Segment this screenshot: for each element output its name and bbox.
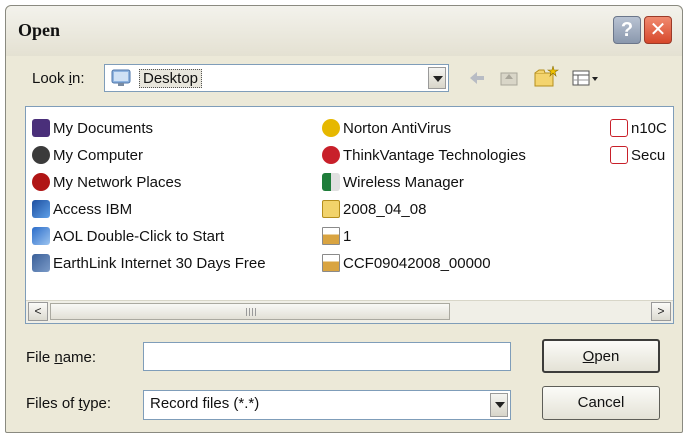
norton-icon bbox=[322, 119, 340, 137]
access-ibm-icon bbox=[32, 200, 50, 218]
desktop-icon bbox=[111, 69, 133, 87]
aol-icon bbox=[32, 227, 50, 245]
my-computer-icon bbox=[32, 146, 50, 164]
list-item[interactable]: CCF09042008_00000 bbox=[322, 254, 491, 276]
file-name-input[interactable] bbox=[143, 342, 511, 371]
scroll-left-button[interactable]: < bbox=[28, 302, 48, 321]
back-arrow-icon[interactable] bbox=[467, 68, 487, 90]
list-item[interactable]: Secu bbox=[610, 146, 665, 168]
views-menu-icon[interactable] bbox=[571, 68, 601, 90]
my-documents-icon bbox=[32, 119, 50, 137]
file-type-dropdown[interactable]: Record files (*.*) bbox=[143, 390, 511, 420]
list-item[interactable]: AOL Double-Click to Start bbox=[32, 227, 224, 249]
cancel-button[interactable]: Cancel bbox=[542, 386, 660, 420]
list-item[interactable]: My Documents bbox=[32, 119, 153, 141]
grip-icon bbox=[246, 308, 256, 316]
file-icon bbox=[322, 254, 340, 272]
title-bar[interactable]: Open ? ✕ bbox=[6, 6, 682, 56]
list-item[interactable]: Wireless Manager bbox=[322, 173, 464, 195]
list-item[interactable]: My Computer bbox=[32, 146, 143, 168]
file-list[interactable]: My Documents My Computer My Network Plac… bbox=[25, 106, 674, 324]
look-in-dropdown[interactable]: Desktop bbox=[104, 64, 449, 92]
list-item[interactable]: 2008_04_08 bbox=[322, 200, 426, 222]
list-item[interactable]: My Network Places bbox=[32, 173, 181, 195]
list-item[interactable]: Access IBM bbox=[32, 200, 132, 222]
up-folder-icon[interactable] bbox=[499, 68, 519, 90]
look-in-label: Look in: bbox=[32, 70, 85, 87]
list-item[interactable]: n10C bbox=[610, 119, 667, 141]
look-in-dropdown-button[interactable] bbox=[428, 67, 446, 89]
open-button[interactable]: Open bbox=[542, 339, 660, 373]
folder-icon bbox=[322, 200, 340, 218]
list-item[interactable]: 1 bbox=[322, 227, 351, 249]
look-in-value: Desktop bbox=[139, 69, 203, 88]
list-item[interactable]: ThinkVantage Technologies bbox=[322, 146, 526, 168]
file-type-label: Files of type: bbox=[26, 395, 112, 412]
file-icon bbox=[322, 227, 340, 245]
file-type-dropdown-button[interactable] bbox=[490, 393, 508, 417]
earthlink-icon bbox=[32, 254, 50, 272]
help-button[interactable]: ? bbox=[613, 16, 641, 44]
pdf-icon bbox=[610, 119, 628, 137]
thinkvantage-icon bbox=[322, 146, 340, 164]
scroll-right-button[interactable]: > bbox=[651, 302, 671, 321]
network-places-icon bbox=[32, 173, 50, 191]
list-item[interactable]: Norton AntiVirus bbox=[322, 119, 451, 141]
close-button[interactable]: ✕ bbox=[644, 16, 672, 44]
scroll-thumb[interactable] bbox=[50, 303, 450, 320]
file-name-label: File name: bbox=[26, 349, 97, 366]
horizontal-scrollbar[interactable]: < > bbox=[26, 300, 673, 323]
open-dialog: Open ? ✕ Look in: Desktop My Documents M… bbox=[5, 5, 683, 433]
list-item[interactable]: EarthLink Internet 30 Days Free bbox=[32, 254, 266, 276]
pdf-icon bbox=[610, 146, 628, 164]
file-type-value: Record files (*.*) bbox=[150, 395, 260, 412]
new-folder-icon[interactable] bbox=[533, 64, 559, 87]
wireless-manager-icon bbox=[322, 173, 340, 191]
dialog-title: Open bbox=[18, 20, 61, 40]
